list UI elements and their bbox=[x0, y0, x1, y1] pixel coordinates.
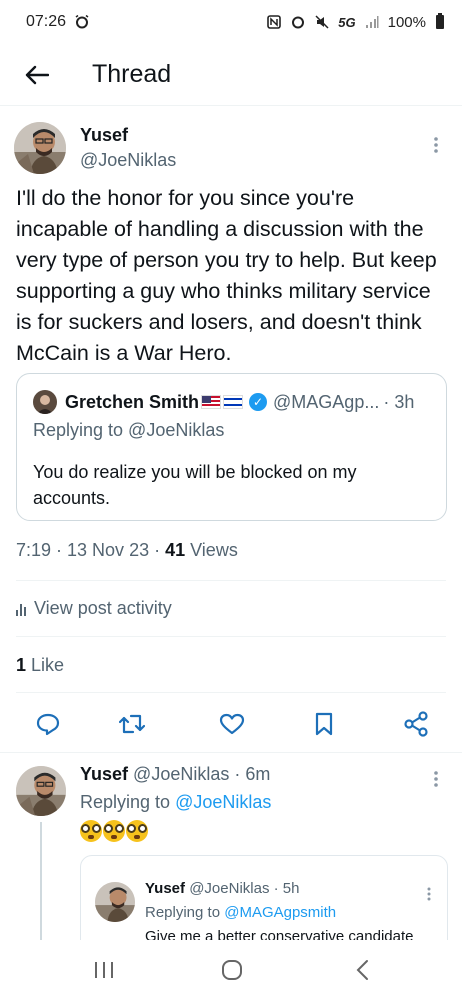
israel-flag-icon bbox=[223, 395, 244, 409]
embedded-handle: @JoeNiklas · 5h bbox=[189, 880, 300, 897]
signal-icon bbox=[364, 14, 380, 30]
battery-icon bbox=[436, 13, 444, 29]
status-time: 07:26 bbox=[26, 13, 67, 30]
back-nav-icon[interactable] bbox=[352, 958, 372, 982]
battery-level: 100% bbox=[387, 13, 426, 31]
reply-replying-to: Replying to @JoeNiklas bbox=[80, 792, 271, 813]
thread-connector-line bbox=[40, 822, 42, 940]
tweet-text: I'll do the honor for you since you're i… bbox=[16, 186, 437, 365]
us-flag-icon bbox=[201, 395, 222, 409]
reply-handle[interactable]: @JoeNiklas · 6m bbox=[133, 764, 270, 784]
replying-handle-link[interactable]: @JoeNiklas bbox=[175, 792, 271, 812]
quote-avatar bbox=[33, 390, 57, 414]
embedded-replying-to: Replying to @MAGAgpsmith bbox=[145, 904, 336, 921]
arrow-left-icon[interactable] bbox=[24, 62, 50, 88]
grimacing-goggle-eyes-emoji bbox=[103, 820, 125, 842]
reply-emoji-text bbox=[80, 820, 148, 842]
views-count: 41 bbox=[165, 540, 186, 560]
views-label: Views bbox=[185, 540, 238, 560]
quoted-tweet[interactable]: Gretchen Smith ✓ @MAGAgp... · 3h Replyin… bbox=[16, 373, 447, 521]
more-options-icon[interactable] bbox=[421, 886, 437, 902]
avatar bbox=[95, 882, 135, 922]
repost-icon[interactable] bbox=[118, 710, 146, 738]
recent-apps-icon[interactable] bbox=[92, 958, 116, 982]
analytics-icon bbox=[16, 602, 26, 616]
quote-time: · 3h bbox=[383, 391, 415, 412]
like-icon[interactable] bbox=[218, 710, 246, 738]
divider bbox=[16, 580, 446, 581]
avatar[interactable] bbox=[16, 766, 66, 816]
view-activity-label: View post activity bbox=[34, 598, 172, 618]
reply-icon[interactable] bbox=[34, 710, 62, 738]
view-post-activity-link[interactable]: View post activity bbox=[16, 598, 172, 619]
display-name[interactable]: Yusef bbox=[80, 125, 176, 146]
embedded-display-name: Yusef bbox=[145, 880, 186, 897]
flag-emojis bbox=[201, 395, 244, 409]
likes-count[interactable]: 1 Like bbox=[16, 655, 64, 676]
grimacing-goggle-eyes-emoji bbox=[80, 820, 102, 842]
more-options-icon[interactable] bbox=[428, 770, 444, 788]
divider bbox=[0, 752, 462, 753]
system-nav-bar bbox=[0, 940, 462, 1000]
more-options-icon[interactable] bbox=[428, 136, 444, 154]
mute-icon bbox=[314, 14, 330, 30]
network-type: 5G bbox=[338, 14, 356, 30]
nfc-icon bbox=[266, 14, 282, 30]
quote-replying-to: Replying to @JoeNiklas bbox=[33, 420, 225, 440]
grimacing-goggle-eyes-emoji bbox=[126, 820, 148, 842]
main-tweet-author: Yusef @JoeNiklas bbox=[14, 122, 176, 174]
verified-badge-icon: ✓ bbox=[249, 393, 268, 411]
divider bbox=[16, 692, 446, 693]
reply-avatar-wrap bbox=[16, 766, 66, 816]
reply-header: Yusef @JoeNiklas · 6m bbox=[80, 764, 270, 785]
tweet-actions bbox=[0, 700, 462, 748]
quote-handle: @MAGAgp... bbox=[273, 391, 380, 412]
user-handle[interactable]: @JoeNiklas bbox=[80, 150, 176, 171]
alarm-icon bbox=[74, 14, 90, 30]
embedded-replying-handle[interactable]: @MAGAgpsmith bbox=[224, 904, 336, 921]
likes-number: 1 bbox=[16, 655, 27, 675]
embedded-replying-prefix: Replying to bbox=[145, 904, 225, 921]
reply-display-name[interactable]: Yusef bbox=[80, 764, 128, 784]
bookmark-icon[interactable] bbox=[310, 710, 338, 738]
likes-label: Like bbox=[26, 655, 65, 675]
timestamp-text: 7:19 · 13 Nov 23 · bbox=[16, 540, 166, 560]
divider bbox=[16, 636, 446, 637]
home-icon[interactable] bbox=[220, 958, 244, 982]
alarm-icon bbox=[290, 14, 306, 30]
quote-text: You do realize you will be blocked on my… bbox=[33, 462, 357, 508]
page-title: Thread bbox=[92, 60, 172, 88]
replying-prefix: Replying to bbox=[80, 792, 176, 812]
share-icon[interactable] bbox=[402, 710, 430, 738]
tweet-timestamp: 7:19 · 13 Nov 23 · 41 Views bbox=[16, 540, 238, 561]
status-bar: 07:26 5G 100% bbox=[0, 0, 462, 44]
avatar[interactable] bbox=[14, 122, 66, 174]
thread-header: Thread bbox=[0, 44, 462, 106]
quote-display-name: Gretchen Smith bbox=[65, 391, 200, 412]
